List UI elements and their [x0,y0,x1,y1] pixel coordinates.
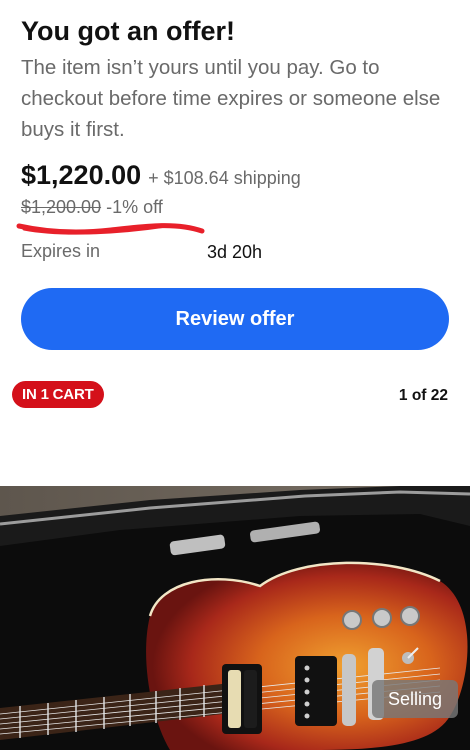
offer-title: You got an offer! [21,16,235,46]
price-row: $1,220.00 + $108.64 shipping [21,160,301,191]
selling-label: Selling [371,680,458,718]
offer-screen: You got an offer! The item isn’t yours u… [0,0,470,750]
shipping-cost: + $108.64 shipping [148,168,301,188]
hand-drawn-underline [16,223,205,235]
review-offer-button[interactable]: Review offer [21,288,449,350]
offer-price: $1,220.00 [21,160,142,190]
in-cart-badge: IN 1 CART [12,381,104,408]
expires-label: Expires in [21,241,101,261]
image-counter: 1 of 22 [398,387,448,404]
offer-description: The item isn’t yours until you pay. Go t… [21,56,441,141]
expires-countdown: 3d 20h [207,242,263,262]
